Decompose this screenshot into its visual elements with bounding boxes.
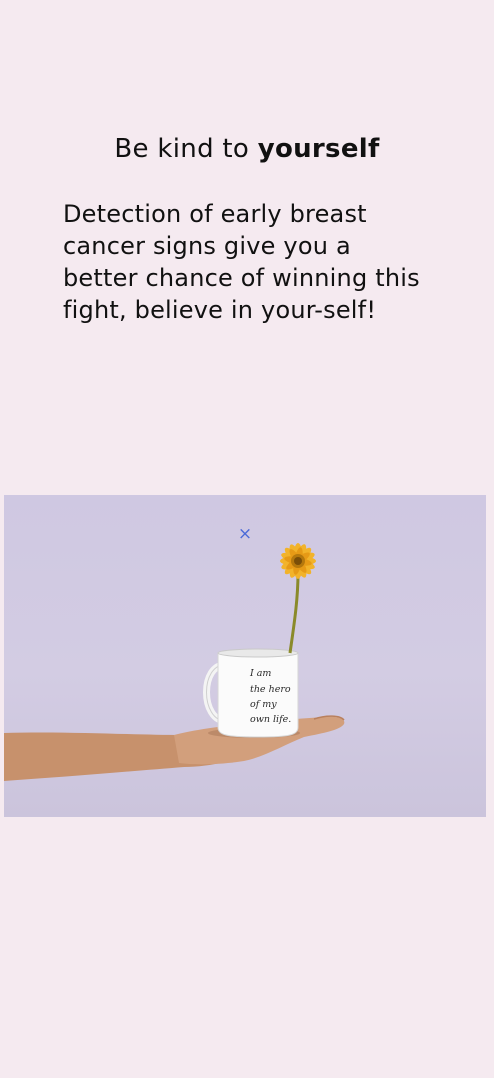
headline-regular: Be kind to (114, 134, 258, 164)
mug-text-line-3: of my (250, 699, 277, 710)
flower-stem (288, 572, 300, 654)
mug-text-line-2: the hero (250, 684, 291, 695)
flower-head (280, 543, 316, 579)
headline: Be kind to yourself (0, 131, 494, 167)
close-icon[interactable]: × (236, 525, 254, 543)
promo-message: Detection of early breast cancer signs g… (63, 200, 420, 324)
mug-text-line-1: I am (249, 668, 271, 679)
mug-text-line-4: own life. (250, 714, 291, 725)
headline-bold: yourself (257, 134, 380, 164)
